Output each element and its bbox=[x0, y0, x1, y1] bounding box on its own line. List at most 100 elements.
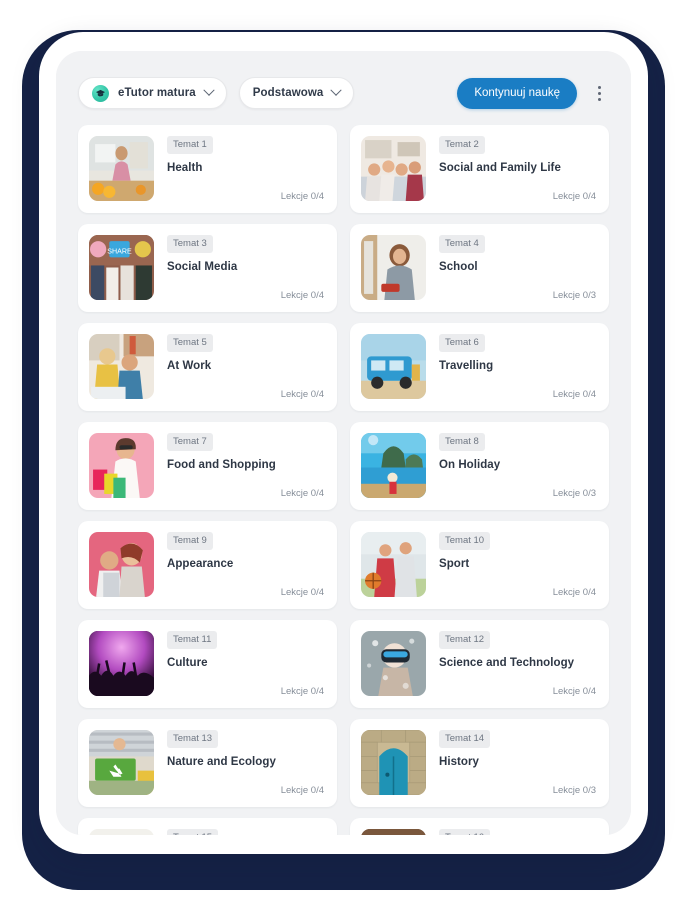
topic-card[interactable]: SHARE Temat 3 Social Media Lekcje 0/4 bbox=[78, 224, 337, 312]
level-selector[interactable]: Podstawowa bbox=[238, 77, 355, 109]
topic-lesson-count: Lekcje 0/4 bbox=[280, 785, 324, 796]
topic-number-badge: Temat 6 bbox=[439, 334, 485, 352]
topic-card-body: Temat 1 Health Lekcje 0/4 bbox=[167, 136, 324, 202]
topic-number-badge: Temat 3 bbox=[167, 235, 213, 253]
topic-title: Sport bbox=[439, 557, 470, 570]
tablet-screen: eTutor matura Podstawowa Kontynuuj naukę… bbox=[56, 51, 631, 835]
topic-number-badge: Temat 5 bbox=[167, 334, 213, 352]
topic-number-badge: Temat 11 bbox=[167, 631, 218, 649]
topic-card-body: Temat 6 Travelling Lekcje 0/4 bbox=[439, 334, 596, 400]
topic-title: Health bbox=[167, 161, 203, 174]
topic-card-body: Temat 10 Sport Lekcje 0/4 bbox=[439, 532, 596, 598]
topic-number-badge: Temat 7 bbox=[167, 433, 213, 451]
topic-thumbnail bbox=[89, 136, 154, 201]
topic-card-body: Temat 3 Social Media Lekcje 0/4 bbox=[167, 235, 324, 301]
topic-card[interactable]: Temat 6 Travelling Lekcje 0/4 bbox=[350, 323, 609, 411]
topic-card-body: Temat 13 Nature and Ecology Lekcje 0/4 bbox=[167, 730, 324, 796]
topic-card[interactable]: Temat 15 bbox=[78, 818, 337, 835]
kebab-dot bbox=[597, 85, 601, 89]
topic-card[interactable]: Temat 10 Sport Lekcje 0/4 bbox=[350, 521, 609, 609]
topic-card-body: Temat 11 Culture Lekcje 0/4 bbox=[167, 631, 324, 697]
topic-lesson-count: Lekcje 0/4 bbox=[280, 488, 324, 499]
svg-text:SHARE: SHARE bbox=[107, 247, 132, 255]
topic-lesson-count: Lekcje 0/4 bbox=[552, 686, 596, 697]
topic-number-badge: Temat 2 bbox=[439, 136, 485, 154]
topic-title: Food and Shopping bbox=[167, 458, 276, 471]
topic-thumbnail bbox=[361, 235, 426, 300]
topic-number-badge: Temat 15 bbox=[167, 829, 219, 835]
app-root: eTutor matura Podstawowa Kontynuuj naukę… bbox=[56, 51, 631, 835]
topic-lesson-count: Lekcje 0/4 bbox=[552, 587, 596, 598]
screenshot-stage: eTutor matura Podstawowa Kontynuuj naukę… bbox=[0, 0, 687, 900]
topic-thumbnail: SHARE bbox=[89, 235, 154, 300]
topic-title: Nature and Ecology bbox=[167, 755, 276, 768]
topic-card[interactable]: Temat 8 On Holiday Lekcje 0/3 bbox=[350, 422, 609, 510]
topic-thumbnail bbox=[89, 433, 154, 498]
topic-lesson-count: Lekcje 0/3 bbox=[552, 488, 596, 499]
topic-number-badge: Temat 10 bbox=[439, 532, 491, 550]
topic-card-body: Temat 7 Food and Shopping Lekcje 0/4 bbox=[167, 433, 324, 499]
topic-title: Social Media bbox=[167, 260, 238, 273]
topic-number-badge: Temat 9 bbox=[167, 532, 213, 550]
topic-lesson-count: Lekcje 0/4 bbox=[280, 389, 324, 400]
kebab-menu-icon[interactable] bbox=[589, 80, 609, 106]
topic-title: On Holiday bbox=[439, 458, 501, 471]
topic-number-badge: Temat 16 bbox=[439, 829, 491, 835]
topic-thumbnail bbox=[361, 631, 426, 696]
course-selector-label: eTutor matura bbox=[118, 87, 196, 99]
topic-title: Social and Family Life bbox=[439, 161, 561, 174]
topic-title: History bbox=[439, 755, 479, 768]
topic-thumbnail bbox=[361, 136, 426, 201]
topic-card-body: Temat 4 School Lekcje 0/3 bbox=[439, 235, 596, 301]
graduation-cap-icon bbox=[92, 84, 109, 102]
topic-number-badge: Temat 12 bbox=[439, 631, 491, 649]
topic-title: At Work bbox=[167, 359, 212, 372]
topic-card[interactable]: Temat 4 School Lekcje 0/3 bbox=[350, 224, 609, 312]
topic-card-body: Temat 16 bbox=[439, 829, 596, 835]
topic-lesson-count: Lekcje 0/4 bbox=[280, 191, 324, 202]
topic-number-badge: Temat 8 bbox=[439, 433, 485, 451]
kebab-dot bbox=[597, 97, 601, 101]
topic-title: Culture bbox=[167, 656, 208, 669]
topic-card[interactable]: Temat 16 bbox=[350, 818, 609, 835]
topic-card-body: Temat 5 At Work Lekcje 0/4 bbox=[167, 334, 324, 400]
topic-card[interactable]: Temat 1 Health Lekcje 0/4 bbox=[78, 125, 337, 213]
course-selector[interactable]: eTutor matura bbox=[78, 77, 227, 109]
topic-card[interactable]: Temat 2 Social and Family Life Lekcje 0/4 bbox=[350, 125, 609, 213]
topic-card[interactable]: Temat 5 At Work Lekcje 0/4 bbox=[78, 323, 337, 411]
topic-number-badge: Temat 1 bbox=[167, 136, 213, 154]
level-selector-label: Podstawowa bbox=[252, 87, 324, 99]
topic-number-badge: Temat 4 bbox=[439, 235, 485, 253]
topic-thumbnail bbox=[361, 433, 426, 498]
continue-learning-button[interactable]: Kontynuuj naukę bbox=[457, 77, 577, 109]
topic-card[interactable]: Temat 12 Science and Technology Lekcje 0/4 bbox=[350, 620, 609, 708]
topic-thumbnail bbox=[89, 730, 154, 795]
topic-title: Travelling bbox=[439, 359, 494, 372]
topic-number-badge: Temat 14 bbox=[439, 730, 491, 748]
topic-thumbnail bbox=[89, 334, 154, 399]
topic-thumbnail bbox=[361, 829, 426, 835]
topic-card-body: Temat 14 History Lekcje 0/3 bbox=[439, 730, 596, 796]
topic-card-body: Temat 12 Science and Technology Lekcje 0/4 bbox=[439, 631, 596, 697]
chevron-down-icon bbox=[330, 84, 343, 96]
topic-card-body: Temat 2 Social and Family Life Lekcje 0/4 bbox=[439, 136, 596, 202]
top-toolbar: eTutor matura Podstawowa Kontynuuj naukę bbox=[56, 51, 631, 125]
topic-card[interactable]: Temat 7 Food and Shopping Lekcje 0/4 bbox=[78, 422, 337, 510]
topic-thumbnail bbox=[89, 631, 154, 696]
topic-lesson-count: Lekcje 0/4 bbox=[552, 389, 596, 400]
chevron-down-icon bbox=[203, 84, 215, 96]
topic-card-body: Temat 8 On Holiday Lekcje 0/3 bbox=[439, 433, 596, 499]
topic-card[interactable]: Temat 14 History Lekcje 0/3 bbox=[350, 719, 609, 807]
topic-lesson-count: Lekcje 0/3 bbox=[552, 785, 596, 796]
topic-lesson-count: Lekcje 0/4 bbox=[280, 686, 324, 697]
topic-card[interactable]: Temat 9 Appearance Lekcje 0/4 bbox=[78, 521, 337, 609]
topic-card-body: Temat 9 Appearance Lekcje 0/4 bbox=[167, 532, 324, 598]
topic-thumbnail bbox=[361, 730, 426, 795]
topic-thumbnail bbox=[89, 829, 154, 835]
topic-card[interactable]: Temat 13 Nature and Ecology Lekcje 0/4 bbox=[78, 719, 337, 807]
topic-thumbnail bbox=[361, 532, 426, 597]
topic-title: School bbox=[439, 260, 478, 273]
topic-card[interactable]: Temat 11 Culture Lekcje 0/4 bbox=[78, 620, 337, 708]
topic-title: Science and Technology bbox=[439, 656, 575, 669]
topic-thumbnail bbox=[361, 334, 426, 399]
